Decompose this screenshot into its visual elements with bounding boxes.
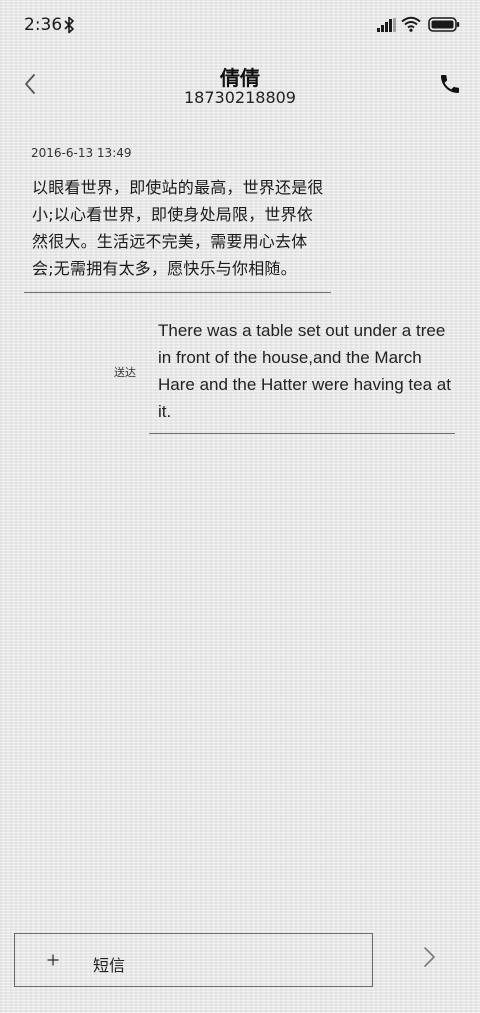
- incoming-message-underline: [24, 292, 331, 293]
- phone-icon: [441, 75, 459, 93]
- battery-icon: [428, 17, 460, 32]
- outgoing-message-underline: [149, 433, 455, 434]
- attach-button[interactable]: [43, 950, 63, 970]
- outgoing-message-text[interactable]: There was a table set out under a tree i…: [158, 317, 458, 425]
- incoming-message-text[interactable]: 以眼看世界，即使站的最高，世界还是很小;以心看世界，即使身处局限，世界依然很大。…: [32, 174, 328, 282]
- contact-phone-number: 18730218809: [184, 88, 296, 107]
- status-bar: 2:36: [0, 0, 480, 52]
- chevron-right-icon: [424, 947, 435, 967]
- contact-name: 倩倩: [220, 66, 260, 90]
- plus-icon: [47, 954, 59, 966]
- delivery-status: 送达: [114, 366, 136, 379]
- message-input[interactable]: [14, 933, 373, 987]
- wifi-icon: [401, 16, 421, 32]
- status-time: 2:36: [24, 15, 63, 35]
- message-timestamp: 2016-6-13 13:49: [31, 146, 132, 160]
- signal-icon: [377, 18, 396, 32]
- call-button[interactable]: [438, 72, 462, 96]
- message-input-placeholder: 短信: [93, 956, 126, 975]
- bluetooth-icon: [64, 16, 74, 34]
- send-button[interactable]: [416, 944, 442, 970]
